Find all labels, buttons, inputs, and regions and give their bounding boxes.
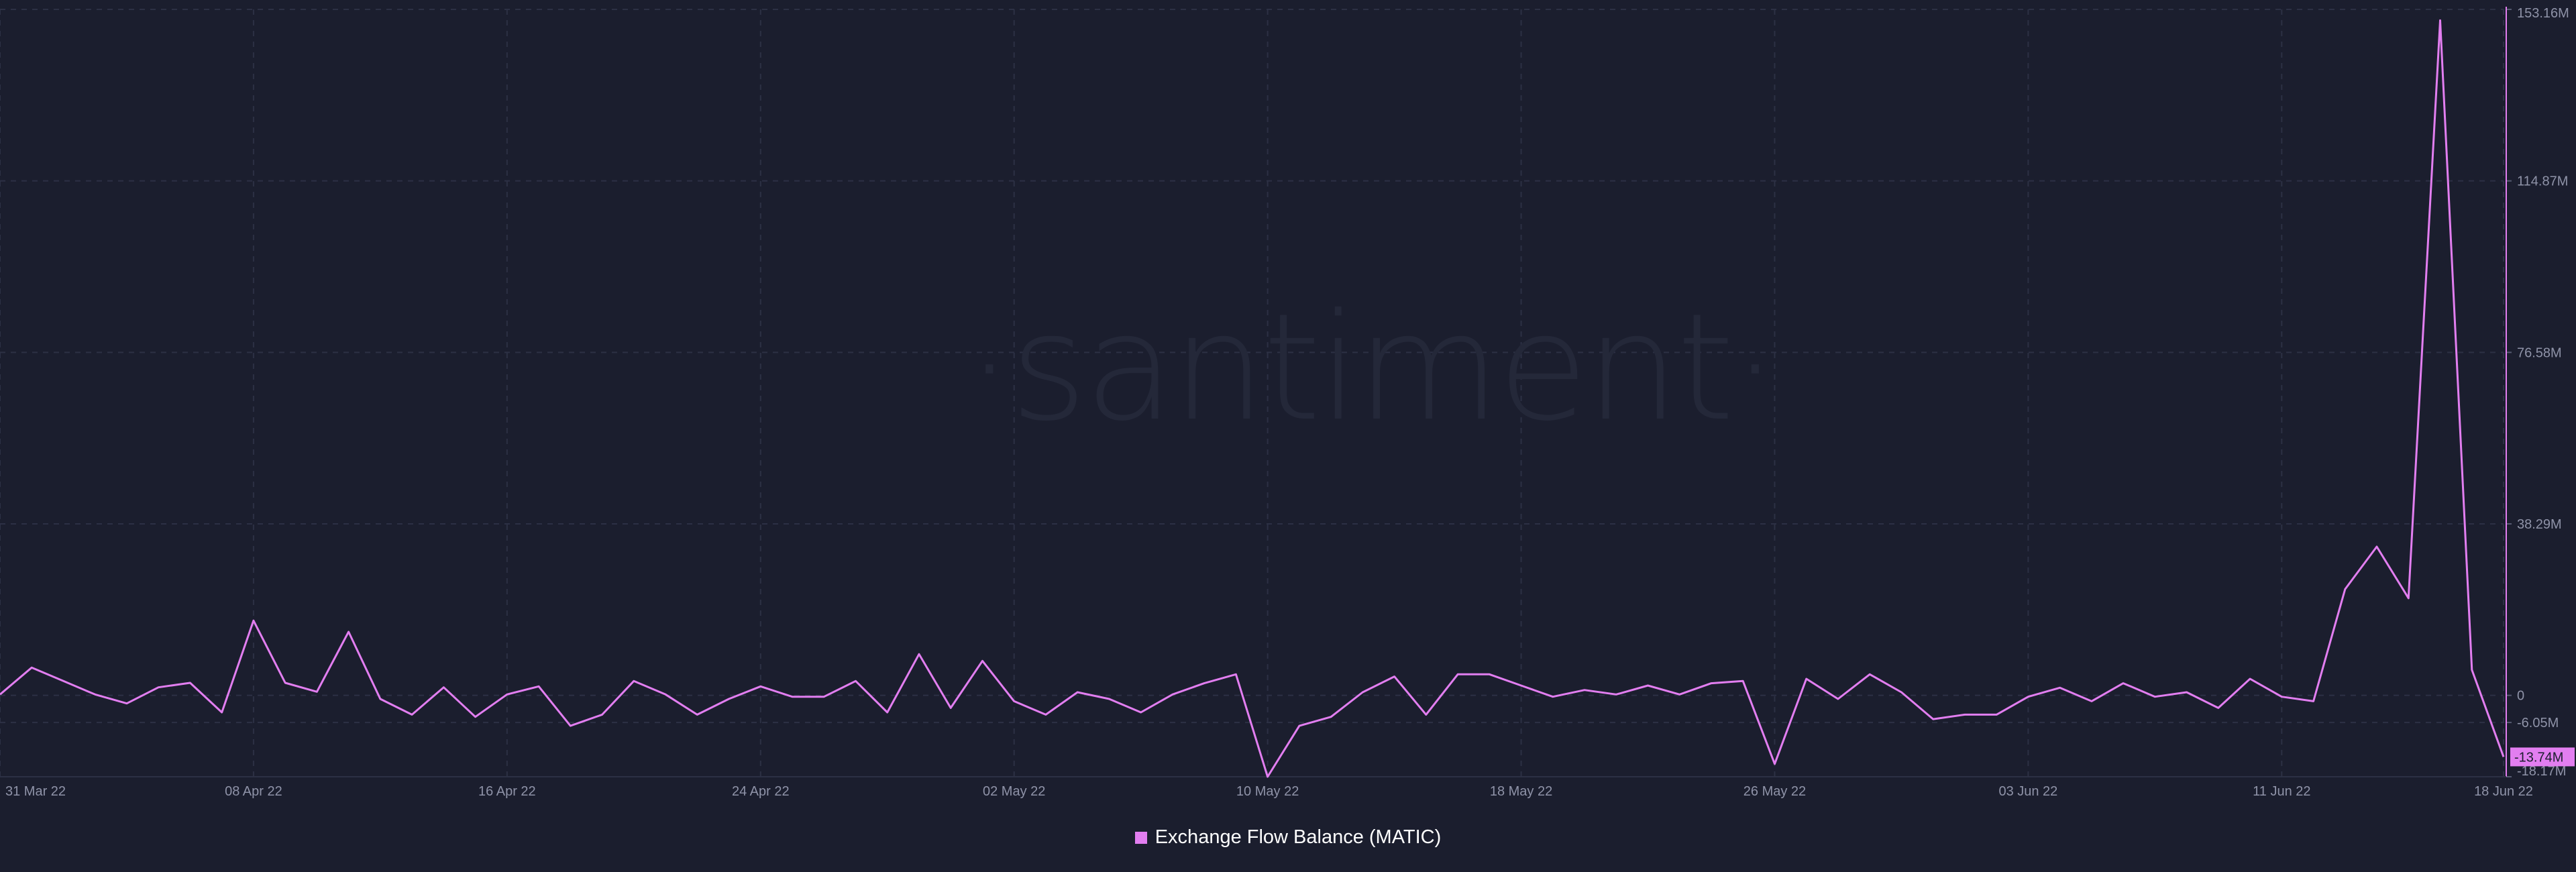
- x-tick-label: 08 Apr 22: [225, 784, 282, 799]
- last-value-badge: -13.74M: [2510, 747, 2575, 767]
- y-tick-label: 0: [2517, 689, 2524, 704]
- y-tick-label: 114.87M: [2517, 174, 2568, 189]
- legend[interactable]: Exchange Flow Balance (MATIC): [0, 826, 2576, 849]
- y-tick-label: 38.29M: [2517, 517, 2562, 532]
- x-tick-label: 16 Apr 22: [478, 784, 536, 799]
- x-tick-label: 11 Jun 22: [2253, 784, 2310, 799]
- x-tick-label: 24 Apr 22: [732, 784, 790, 799]
- x-tick-label: 18 Jun 22: [2474, 784, 2533, 799]
- x-tick-label: 26 May 22: [1743, 784, 1806, 799]
- x-tick-label: 31 Mar 22: [5, 784, 66, 799]
- watermark-santiment: ·santiment·: [966, 282, 1778, 453]
- y-tick-label: 153.16M: [2517, 6, 2569, 21]
- legend-label: Exchange Flow Balance (MATIC): [1155, 826, 1442, 848]
- x-tick-label: 10 May 22: [1236, 784, 1299, 799]
- legend-swatch: [1134, 831, 1147, 844]
- x-tick-label: 03 Jun 22: [1998, 784, 2057, 799]
- x-axis: 31 Mar 22 08 Apr 22 16 Apr 22 24 Apr 22 02 M…: [0, 776, 2533, 799]
- y-tick-label: -6.05M: [2517, 716, 2559, 730]
- y-tick-label: 76.58M: [2517, 345, 2562, 360]
- x-tick-label: 02 May 22: [983, 784, 1045, 799]
- y-axis: 153.16M114.87M76.58M38.29M0-6.05M-18.17M: [2506, 6, 2569, 779]
- last-value-label: -13.74M: [2514, 750, 2563, 765]
- x-tick-label: 18 May 22: [1490, 784, 1552, 799]
